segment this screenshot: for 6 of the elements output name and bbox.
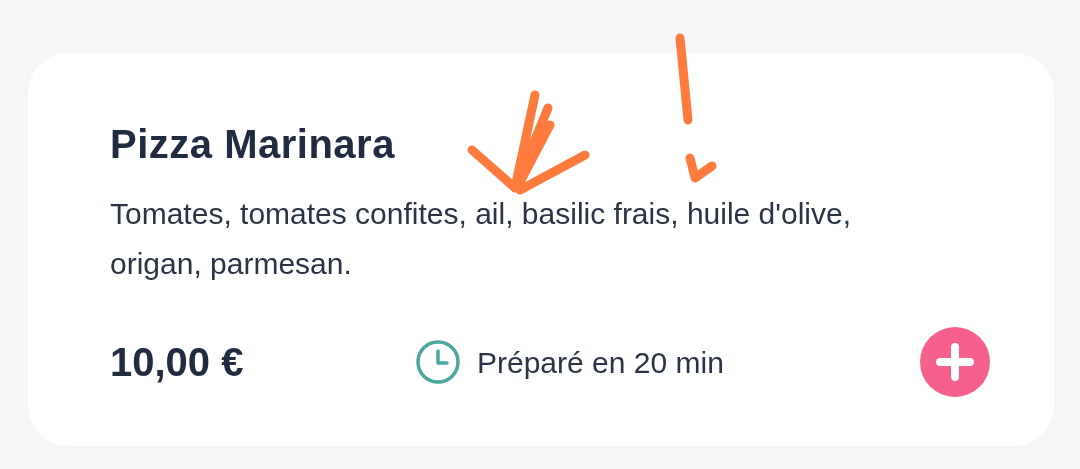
prep-time: Préparé en 20 min: [477, 344, 724, 381]
price: 10,00 €: [110, 339, 245, 386]
clock-icon: [415, 339, 461, 385]
dish-name: Pizza Marinara: [110, 121, 396, 167]
plus-icon: [936, 343, 974, 381]
dish-description: Tomates, tomates confites, ail, basilic frais, huile d'olive, origan, parmesan.: [110, 196, 853, 282]
